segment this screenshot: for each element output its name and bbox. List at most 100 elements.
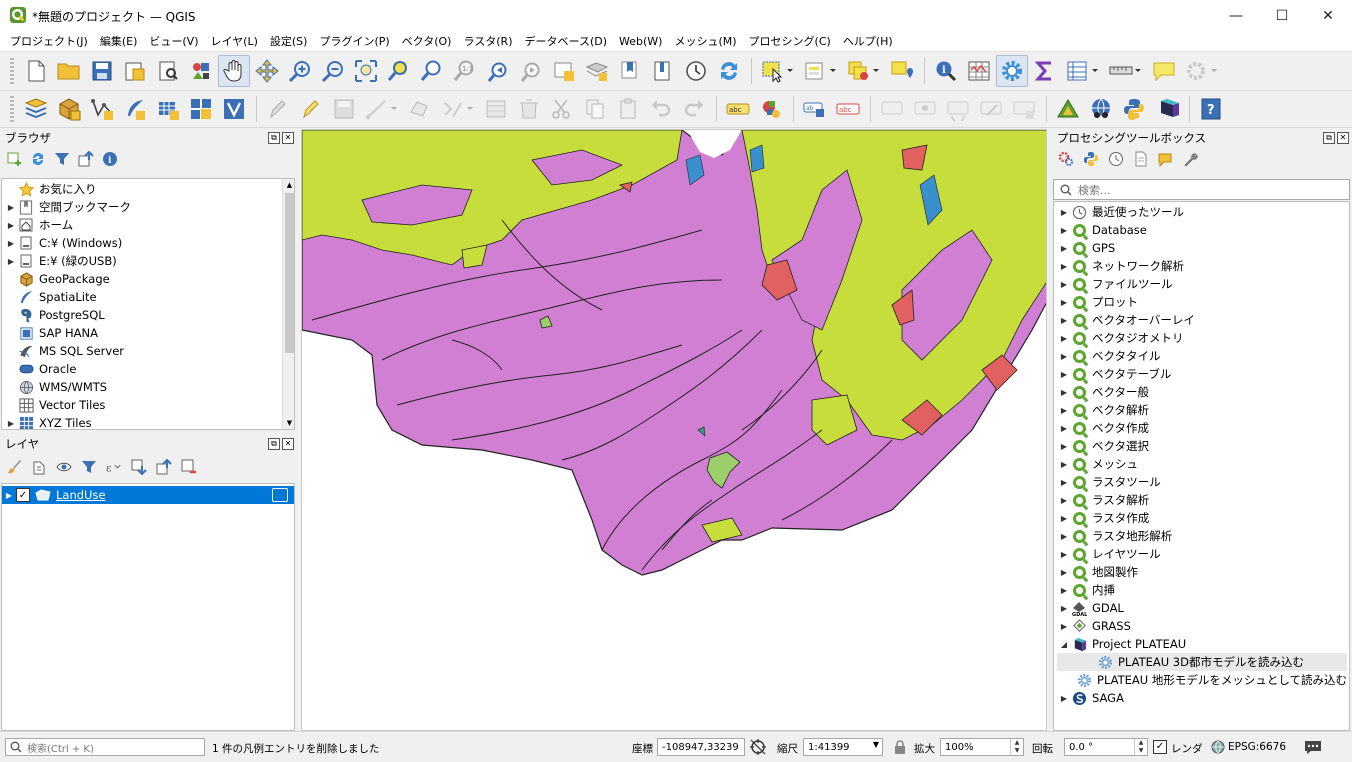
close-panel-button[interactable]: ✕ xyxy=(282,132,294,144)
layer-diagram-button[interactable] xyxy=(755,93,787,125)
expand-arrow-icon[interactable]: ▶ xyxy=(1057,568,1071,577)
filter-icon[interactable] xyxy=(54,151,70,167)
move-label-button[interactable] xyxy=(876,93,908,125)
float-panel-button[interactable]: ⧉ xyxy=(1323,132,1335,144)
rotate-label-button[interactable] xyxy=(942,93,974,125)
expand-arrow-icon[interactable]: ▶ xyxy=(1057,298,1071,307)
menu-edit[interactable]: 編集(E) xyxy=(94,33,144,49)
results-viewer-icon[interactable] xyxy=(1133,151,1149,167)
browser-scrollbar[interactable]: ▲ ▼ xyxy=(282,179,294,429)
show-bookmarks-button[interactable] xyxy=(581,55,613,87)
new-spatial-bookmark-button[interactable] xyxy=(548,55,580,87)
open-table-button[interactable] xyxy=(1062,55,1104,87)
new-project-button[interactable] xyxy=(20,55,52,87)
expand-arrow-icon[interactable]: ▶ xyxy=(1057,478,1071,487)
rotation-spinbox[interactable]: 0.0 ° ▲ ▼ xyxy=(1064,738,1148,756)
georeferencer-button[interactable] xyxy=(1052,93,1084,125)
expand-arrow-icon[interactable]: ▶ xyxy=(4,203,18,212)
collapse-all-icon[interactable] xyxy=(156,459,172,475)
pan-to-selection-button[interactable] xyxy=(251,55,283,87)
save-as-button[interactable] xyxy=(119,55,151,87)
close-panel-button[interactable]: ✕ xyxy=(1337,132,1349,144)
menu-help[interactable]: ヘルプ(H) xyxy=(837,33,899,49)
layer-visibility-checkbox[interactable]: ✓ xyxy=(16,488,30,502)
toolbar-grip[interactable] xyxy=(10,57,14,84)
zoom-to-layer-button[interactable] xyxy=(416,55,448,87)
measure-line-button[interactable] xyxy=(1105,55,1147,87)
map-canvas[interactable] xyxy=(301,129,1047,731)
browser-item[interactable]: ▶ ホーム xyxy=(4,216,131,234)
menu-database[interactable]: データベース(D) xyxy=(519,33,614,49)
scale-combobox[interactable]: 1:41399 ▼ xyxy=(803,738,883,756)
expand-arrow-icon[interactable]: ▶ xyxy=(4,419,18,428)
redo-button[interactable] xyxy=(678,93,710,125)
add-group-icon[interactable] xyxy=(31,459,47,475)
new-shapefile-button[interactable] xyxy=(86,93,118,125)
zoom-out-button[interactable] xyxy=(317,55,349,87)
history-clock-icon[interactable] xyxy=(1108,151,1124,167)
processing-provider[interactable]: ▶ Database xyxy=(1057,221,1347,239)
expand-arrow-icon[interactable]: ◢ xyxy=(1057,640,1071,649)
processing-provider[interactable]: ▶ ベクタ作成 xyxy=(1057,419,1347,437)
browser-item[interactable]: ▶ E:¥ (緑のUSB) xyxy=(4,252,131,270)
paste-features-button[interactable] xyxy=(612,93,644,125)
expand-arrow-icon[interactable]: ▶ xyxy=(4,239,18,248)
processing-provider[interactable]: ▶ メッシュ xyxy=(1057,455,1347,473)
temporal-controller-button[interactable] xyxy=(614,55,646,87)
browser-item[interactable]: Oracle xyxy=(4,360,131,378)
refresh-button[interactable] xyxy=(713,55,745,87)
zoom-next-button[interactable] xyxy=(515,55,547,87)
processing-provider[interactable]: ▶ プロット xyxy=(1057,293,1347,311)
new-virtual-layer-button[interactable] xyxy=(152,93,184,125)
menu-raster[interactable]: ラスタ(R) xyxy=(457,33,518,49)
expand-all-icon[interactable] xyxy=(131,459,147,475)
filter-legend-icon[interactable] xyxy=(81,459,97,475)
menu-processing[interactable]: プロセシング(C) xyxy=(743,33,837,49)
digitize-line-button[interactable] xyxy=(361,93,403,125)
menu-project[interactable]: プロジェクト(J) xyxy=(4,33,94,49)
processing-provider[interactable]: ▶ SAGA xyxy=(1057,689,1347,707)
browser-item[interactable]: SAP HANA xyxy=(4,324,131,342)
statistical-summary-button[interactable] xyxy=(1029,55,1061,87)
expand-arrow-icon[interactable]: ▶ xyxy=(2,491,16,500)
delete-selected-button[interactable] xyxy=(513,93,545,125)
processing-provider[interactable]: ▶ 地図製作 xyxy=(1057,563,1347,581)
spin-arrows-icon[interactable]: ▲ ▼ xyxy=(1010,739,1023,755)
processing-provider[interactable]: ▶ ベクタ選択 xyxy=(1057,437,1347,455)
processing-provider[interactable]: ▶ GPS xyxy=(1057,239,1347,257)
expand-arrow-icon[interactable]: ▶ xyxy=(1057,460,1071,469)
current-edits-button[interactable] xyxy=(262,93,294,125)
annotations-button[interactable] xyxy=(1181,55,1223,87)
pin-unpin-button[interactable] xyxy=(1008,93,1040,125)
processing-algorithm[interactable]: PLATEAU 地形モデルをメッシュとして読み込む xyxy=(1057,671,1347,689)
select-features-button[interactable] xyxy=(757,55,799,87)
processing-provider[interactable]: ▶ ラスタツール xyxy=(1057,473,1347,491)
processing-provider[interactable]: ▶ ベクタテーブル xyxy=(1057,365,1347,383)
expand-arrow-icon[interactable]: ▶ xyxy=(1057,208,1071,217)
browser-item[interactable]: ▶ 空間ブックマーク xyxy=(4,198,131,216)
select-by-value-button[interactable] xyxy=(800,55,842,87)
expand-arrow-icon[interactable]: ▶ xyxy=(1057,604,1071,613)
expand-arrow-icon[interactable]: ▶ xyxy=(1057,244,1071,253)
expand-arrow-icon[interactable]: ▶ xyxy=(1057,514,1071,523)
browser-item[interactable]: ▶ C:¥ (Windows) xyxy=(4,234,131,252)
browser-item[interactable]: GeoPackage xyxy=(4,270,131,288)
quickmapservices-button[interactable] xyxy=(1085,93,1117,125)
processing-provider[interactable]: ▶ GDAL GDAL xyxy=(1057,599,1347,617)
browser-item[interactable]: WMS/WMTS xyxy=(4,378,131,396)
expand-arrow-icon[interactable]: ▶ xyxy=(1057,424,1071,433)
multi-edit-button[interactable] xyxy=(437,93,479,125)
expand-arrow-icon[interactable]: ▶ xyxy=(1057,262,1071,271)
scrollbar-thumb[interactable] xyxy=(285,193,294,353)
crs-globe-icon[interactable] xyxy=(1211,740,1225,754)
browser-item[interactable]: ▶ XYZ Tiles xyxy=(4,414,131,429)
models-gear-icon[interactable] xyxy=(1058,151,1074,167)
processing-provider[interactable]: ▶ GRASS xyxy=(1057,617,1347,635)
menu-view[interactable]: ビュー(V) xyxy=(143,33,204,49)
magnifier-spinbox[interactable]: 100% ▲ ▼ xyxy=(940,738,1024,756)
new-virtual-vector-button[interactable] xyxy=(218,93,250,125)
layer-labeling-button[interactable]: abc xyxy=(722,93,754,125)
processing-provider[interactable]: ◢ Project PLATEAU xyxy=(1057,635,1347,653)
layer-row-landuse[interactable]: ▶ ✓ LandUse xyxy=(2,486,294,504)
processing-provider[interactable]: ▶ ベクター般 xyxy=(1057,383,1347,401)
